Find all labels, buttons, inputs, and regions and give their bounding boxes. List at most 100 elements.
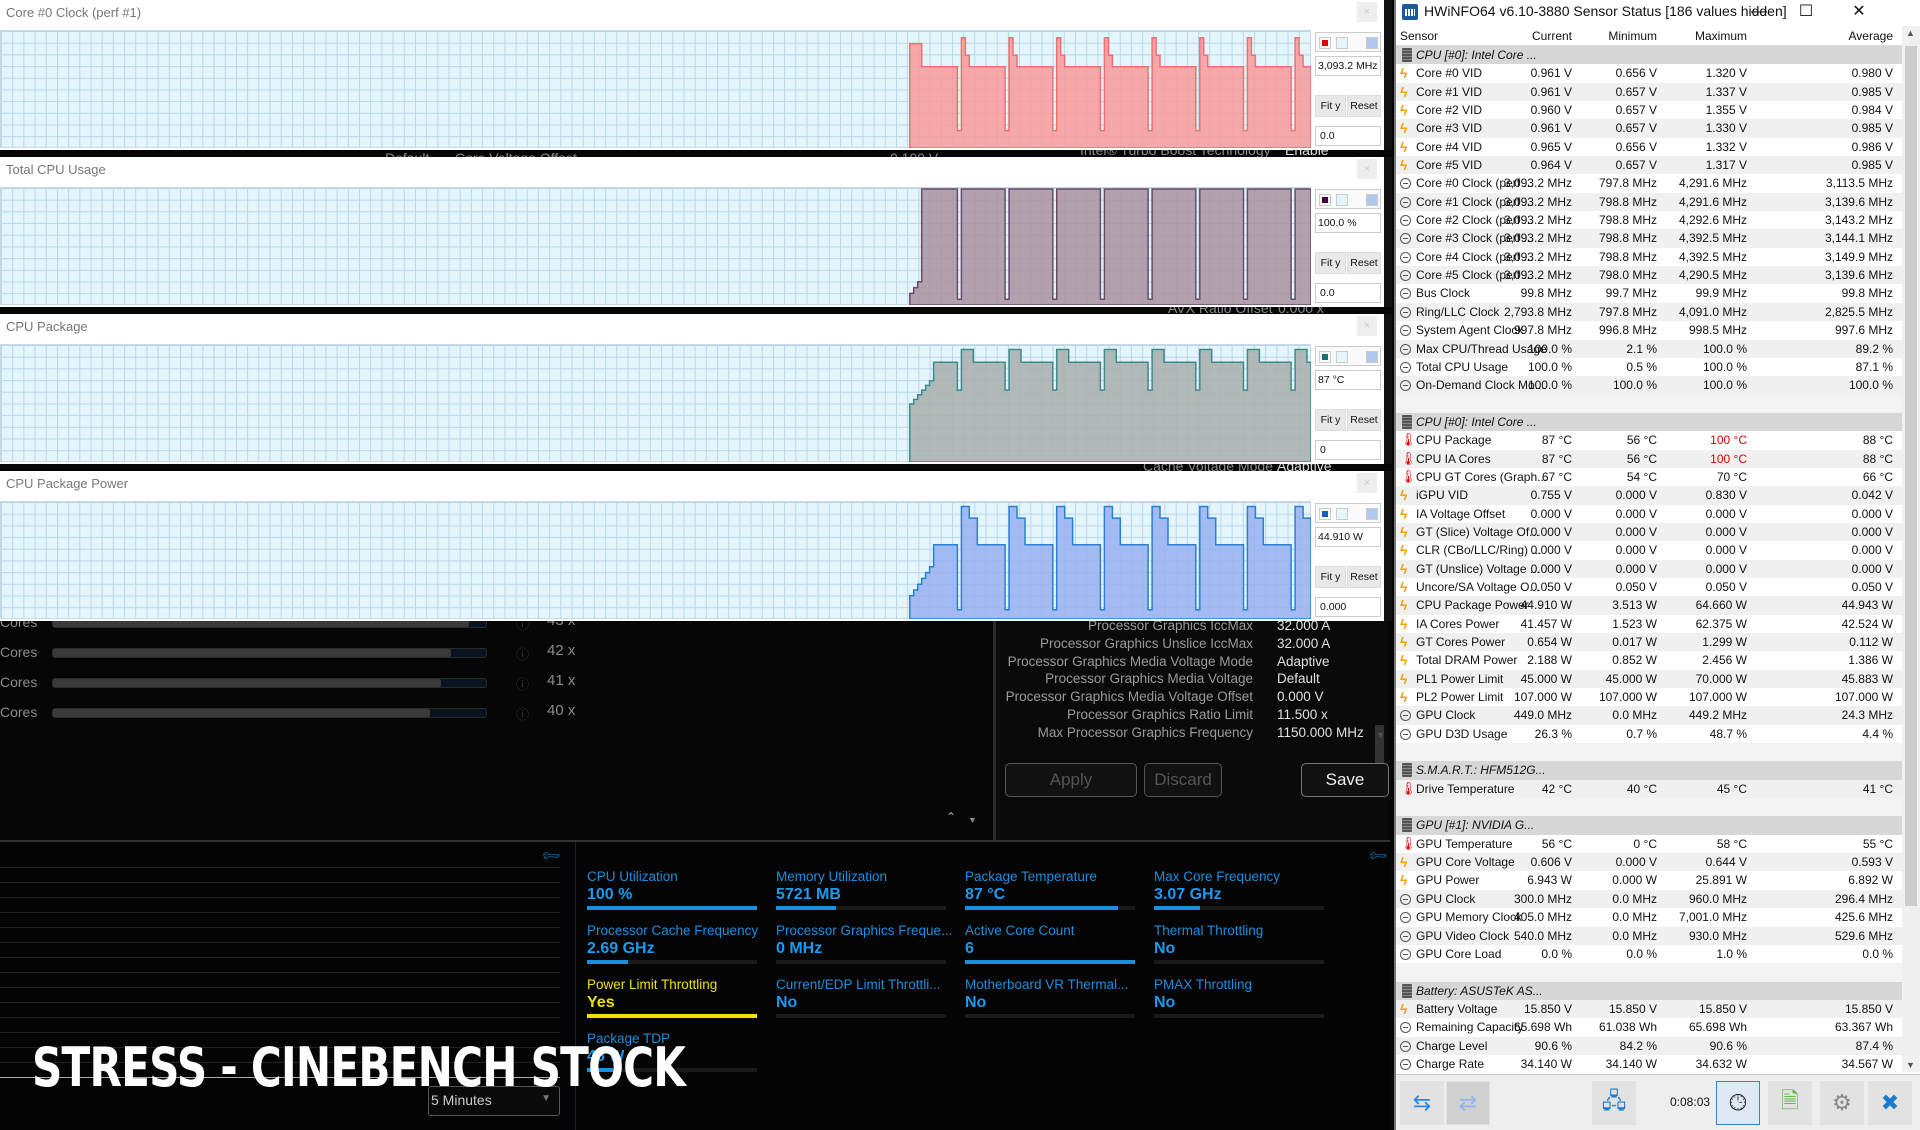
metric-tile[interactable]: Active Core Count 6 bbox=[965, 923, 1135, 964]
sensor-row[interactable]: Charge Level 90.6 % 84.2 % 90.6 % 87.4 % bbox=[1396, 1036, 1902, 1055]
y-min-input[interactable] bbox=[1315, 597, 1381, 617]
sensor-row[interactable]: 🌡︎ GPU Temperature 56 °C 0 °C 58 °C 55 °C bbox=[1396, 835, 1902, 853]
sensor-row[interactable]: Max CPU/Thread Usage 100.0 % 2.1 % 100.0 % 8… bbox=[1396, 339, 1902, 358]
fit-y-button[interactable]: Fit y bbox=[1315, 95, 1346, 117]
metric-tile[interactable]: Processor Graphics Freque... 0 MHz bbox=[776, 923, 952, 964]
sensor-row[interactable]: 🌡︎ CPU Package 87 °C 56 °C 100 °C 88 °C bbox=[1396, 431, 1902, 449]
col-average[interactable]: Average bbox=[1849, 29, 1893, 43]
expand-arrows-icon[interactable]: ⇆ bbox=[1400, 1081, 1444, 1125]
scroll-down-icon[interactable]: ▼ bbox=[1376, 730, 1385, 740]
sensor-row[interactable]: ϟ Core #4 VID 0.965 V 0.656 V 1.332 V 0.986 V bbox=[1396, 138, 1902, 156]
line-color-swatch[interactable] bbox=[1319, 194, 1331, 206]
info-icon[interactable]: ⓘ bbox=[516, 674, 529, 693]
metric-tile[interactable]: Processor Cache Frequency 2.69 GHz bbox=[587, 923, 758, 964]
y-min-input[interactable] bbox=[1315, 440, 1381, 460]
col-maximum[interactable]: Maximum bbox=[1695, 29, 1747, 43]
scroll-down-icon[interactable]: ▼ bbox=[1906, 1060, 1915, 1070]
info-icon[interactable]: ⓘ bbox=[516, 704, 529, 723]
sensor-group-row[interactable]: GPU [#1]: NVIDIA G... bbox=[1396, 816, 1902, 835]
sensor-row[interactable]: ϟ Battery Voltage 15.850 V 15.850 V 15.850 V… bbox=[1396, 999, 1902, 1019]
network-icon[interactable]: 🖧︎ bbox=[1592, 1081, 1636, 1125]
sensor-row[interactable]: ϟ GT Cores Power 0.654 W 0.017 W 1.299 W 0.11… bbox=[1396, 633, 1902, 652]
scrollbar-thumb[interactable] bbox=[1905, 46, 1917, 906]
minimize-button[interactable]: — bbox=[1736, 0, 1782, 25]
sensor-row[interactable]: ϟ IA Cores Power 41.457 W 1.523 W 62.375 W 42… bbox=[1396, 615, 1902, 633]
sensor-row[interactable]: ϟ Core #5 VID 0.964 V 0.657 V 1.317 V 0.985 V bbox=[1396, 156, 1902, 175]
metric-tile[interactable]: Memory Utilization 5721 MB bbox=[776, 869, 946, 910]
metric-tile[interactable]: Thermal Throttling No bbox=[1154, 923, 1324, 964]
sensor-row[interactable]: Core #3 Clock (perf ... 3,093.2 MHz 798.8 … bbox=[1396, 229, 1902, 248]
fit-y-button[interactable]: Fit y bbox=[1315, 252, 1346, 274]
scroll-down-icon[interactable]: ▼ bbox=[968, 815, 977, 825]
reset-button[interactable]: Reset bbox=[1347, 252, 1381, 274]
metric-tile[interactable]: PMAX Throttling No bbox=[1154, 977, 1324, 1018]
grid-color-swatch[interactable] bbox=[1366, 194, 1378, 206]
sensor-row[interactable]: ϟ Core #2 VID 0.960 V 0.657 V 1.355 V 0.984 V bbox=[1396, 101, 1902, 119]
bg-color-swatch[interactable] bbox=[1336, 37, 1348, 49]
sensor-row[interactable]: GPU Clock 300.0 MHz 0.0 MHz 960.0 MHz 296.4 … bbox=[1396, 889, 1902, 909]
sensor-row[interactable]: ϟ Core #1 VID 0.961 V 0.657 V 1.337 V 0.985 V bbox=[1396, 82, 1902, 102]
reset-button[interactable]: Reset bbox=[1347, 566, 1381, 588]
sensor-row[interactable]: ϟ Core #3 VID 0.961 V 0.657 V 1.330 V 0.985 V bbox=[1396, 119, 1902, 138]
grid-color-swatch[interactable] bbox=[1366, 37, 1378, 49]
ratio-slider[interactable] bbox=[52, 648, 487, 658]
y-min-input[interactable] bbox=[1315, 126, 1381, 146]
close-icon[interactable]: × bbox=[1357, 473, 1377, 493]
scroll-up-icon[interactable]: ⌃ bbox=[946, 810, 956, 824]
ratio-slider[interactable] bbox=[52, 678, 487, 688]
add-report-icon[interactable]: 🗎 bbox=[1768, 1081, 1812, 1125]
sensor-row[interactable]: On-Demand Clock Mo... 100.0 % 100.0 % 100.0… bbox=[1396, 376, 1902, 395]
sensor-row[interactable]: ϟ IA Voltage Offset 0.000 V 0.000 V 0.000 V 0… bbox=[1396, 505, 1902, 523]
sensor-row[interactable]: GPU Clock 449.0 MHz 0.0 MHz 449.2 MHz 24.3 M… bbox=[1396, 706, 1902, 725]
reset-button[interactable]: Reset bbox=[1347, 409, 1381, 431]
col-minimum[interactable]: Minimum bbox=[1608, 29, 1657, 43]
sensor-row[interactable]: Total CPU Usage 100.0 % 0.5 % 100.0 % 87.1 % bbox=[1396, 358, 1902, 376]
close-icon[interactable]: × bbox=[1357, 159, 1377, 179]
line-color-swatch[interactable] bbox=[1319, 37, 1331, 49]
fit-y-button[interactable]: Fit y bbox=[1315, 409, 1346, 431]
close-icon[interactable]: × bbox=[1357, 2, 1377, 22]
bg-color-swatch[interactable] bbox=[1336, 351, 1348, 363]
close-button[interactable]: ✕ bbox=[1829, 0, 1889, 25]
bg-color-swatch[interactable] bbox=[1336, 194, 1348, 206]
sensor-row[interactable]: ϟ PL1 Power Limit 45.000 W 45.000 W 70.000 W… bbox=[1396, 669, 1902, 689]
settings-gear-icon[interactable]: ⚙ bbox=[1820, 1081, 1864, 1125]
metric-tile[interactable]: Power Limit Throttling Yes bbox=[587, 977, 757, 1018]
sensor-row[interactable]: Bus Clock 99.8 MHz 99.7 MHz 99.9 MHz 99.8 MH… bbox=[1396, 284, 1902, 302]
ratio-slider[interactable] bbox=[52, 708, 487, 718]
sensor-row[interactable]: System Agent Clock 997.8 MHz 996.8 MHz 998.… bbox=[1396, 321, 1902, 339]
sensor-row[interactable]: ϟ Uncore/SA Voltage O... 0.050 V 0.050 V 0.0… bbox=[1396, 578, 1902, 596]
sensor-row[interactable]: ϟ iGPU VID 0.755 V 0.000 V 0.830 V 0.042 V bbox=[1396, 486, 1902, 505]
line-color-swatch[interactable] bbox=[1319, 351, 1331, 363]
sensor-row[interactable]: GPU Memory Clock 405.0 MHz 0.0 MHz 7,001.0 … bbox=[1396, 908, 1902, 926]
metric-tile[interactable]: Current/EDP Limit Throttli... No bbox=[776, 977, 946, 1018]
sensor-row[interactable]: ϟ CPU Package Power 44.910 W 3.513 W 64.660 … bbox=[1396, 596, 1902, 615]
sensor-row[interactable]: Remaining Capacity 65.698 Wh 61.038 Wh 65.6… bbox=[1396, 1018, 1902, 1036]
sensor-row[interactable]: ϟ CLR (CBo/LLC/Ring) ... 0.000 V 0.000 V 0.0… bbox=[1396, 541, 1902, 559]
sensor-row[interactable]: GPU Core Load 0.0 % 0.0 % 1.0 % 0.0 % bbox=[1396, 945, 1902, 963]
grid-color-swatch[interactable] bbox=[1366, 508, 1378, 520]
metric-tile[interactable]: Package Temperature 87 °C bbox=[965, 869, 1135, 910]
wrench-icon[interactable]: 🔧︎ bbox=[1367, 845, 1390, 868]
sensor-row[interactable]: GPU D3D Usage 26.3 % 0.7 % 48.7 % 4.4 % bbox=[1396, 725, 1902, 743]
sensor-row[interactable]: 🌡︎ Drive Temperature 42 °C 40 °C 45 °C 41 °C bbox=[1396, 779, 1902, 799]
sensor-row[interactable]: ϟ Core #0 VID 0.961 V 0.656 V 1.320 V 0.980 V bbox=[1396, 64, 1902, 82]
scroll-up-icon[interactable]: ▲ bbox=[1906, 28, 1915, 38]
sensor-group-row[interactable]: Battery: ASUSTeK AS... bbox=[1396, 981, 1902, 1000]
close-icon[interactable]: × bbox=[1357, 316, 1377, 336]
sensor-group-row[interactable]: S.M.A.R.T.: HFM512G... bbox=[1396, 761, 1902, 780]
collapse-arrows-icon[interactable]: ⇄ bbox=[1446, 1081, 1490, 1125]
col-sensor[interactable]: Sensor bbox=[1400, 29, 1438, 43]
sensor-row[interactable]: Core #2 Clock (perf ... 3,093.2 MHz 798.8 … bbox=[1396, 211, 1902, 229]
maximize-button[interactable]: ☐ bbox=[1783, 0, 1829, 25]
line-color-swatch[interactable] bbox=[1319, 508, 1331, 520]
sensor-row[interactable]: ϟ PL2 Power Limit 107.000 W 107.000 W 107.00… bbox=[1396, 688, 1902, 706]
sensor-row[interactable]: Core #1 Clock (perf ... 3,093.2 MHz 798.8 … bbox=[1396, 192, 1902, 212]
sensor-row[interactable]: Core #5 Clock (perf ... 3,093.2 MHz 798.0 … bbox=[1396, 266, 1902, 285]
apply-button[interactable]: Apply bbox=[1005, 763, 1137, 797]
discard-button[interactable]: Discard bbox=[1144, 763, 1222, 797]
sensor-row[interactable]: ϟ GPU Power 6.943 W 0.000 W 25.891 W 6.892 W bbox=[1396, 871, 1902, 889]
sensor-row[interactable]: Charge Rate 34.140 W 34.140 W 34.632 W 34.56… bbox=[1396, 1055, 1902, 1072]
y-min-input[interactable] bbox=[1315, 283, 1381, 303]
sensor-row[interactable]: 🌡︎ CPU IA Cores 87 °C 56 °C 100 °C 88 °C bbox=[1396, 449, 1902, 468]
